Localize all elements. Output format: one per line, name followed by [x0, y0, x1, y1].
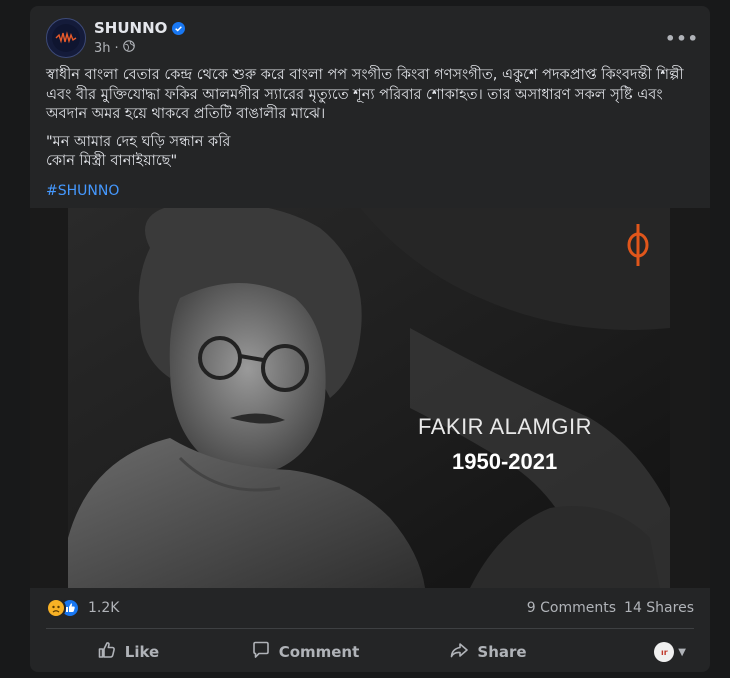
reactions-summary[interactable]: 1.2K	[46, 598, 119, 618]
more-options-button[interactable]: •••	[665, 26, 698, 50]
phi-logo-icon	[625, 220, 651, 270]
post-time[interactable]: 3h	[94, 41, 111, 56]
post-header: SHUNNO 3h · •••	[46, 18, 698, 58]
like-button[interactable]: Like	[46, 634, 210, 670]
post-card: SHUNNO 3h · ••• স্বাধীন বাংলা বেতার কেন্…	[30, 6, 710, 672]
post-photo[interactable]: FAKIR ALAMGIR 1950-2021	[30, 208, 710, 588]
share-arrow-icon	[449, 640, 469, 664]
public-globe-icon	[122, 40, 135, 56]
verified-badge-icon	[172, 21, 186, 35]
comment-label: Comment	[278, 643, 360, 661]
post-stats: 1.2K 9 Comments 14 Shares	[46, 596, 694, 620]
comments-count[interactable]: 9 Comments	[527, 600, 616, 616]
commenting-as-avatar: ır	[654, 642, 675, 662]
post-actions: Like Comment Share ır ▼	[46, 634, 694, 670]
post-quote: "মন আমার দেহ ঘড়ি সন্ধান করি কোন মিস্ত্র…	[46, 133, 686, 172]
sad-reaction-icon	[46, 598, 66, 618]
engagement-counts: 9 Comments 14 Shares	[527, 600, 694, 616]
post-paragraph: স্বাধীন বাংলা বেতার কেন্দ্র থেকে শুরু কর…	[46, 67, 684, 122]
comment-button[interactable]: Comment	[210, 634, 400, 670]
portrait-image	[30, 208, 710, 588]
share-button[interactable]: Share	[400, 634, 576, 670]
quote-line-2: কোন মিস্ত্রী বানাইয়াছে"	[46, 153, 178, 169]
meta-separator: ·	[114, 40, 119, 56]
chevron-down-icon: ▼	[678, 646, 686, 658]
comment-bubble-icon	[251, 640, 271, 664]
page-name[interactable]: SHUNNO	[94, 19, 186, 37]
photo-caption-name: FAKIR ALAMGIR	[418, 414, 592, 439]
hashtag-link[interactable]: #SHUNNO	[46, 182, 119, 202]
page-name-text[interactable]: SHUNNO	[94, 19, 167, 37]
actions-divider	[46, 628, 694, 629]
quote-line-1: "মন আমার দেহ ঘড়ি সন্ধান করি	[46, 133, 231, 150]
post-body: স্বাধীন বাংলা বেতার কেন্দ্র থেকে শুরু কর…	[46, 66, 686, 201]
post-meta: 3h ·	[94, 40, 135, 56]
thumbs-up-icon	[97, 640, 117, 664]
audience-selector[interactable]: ır ▼	[576, 642, 694, 662]
reaction-count[interactable]: 1.2K	[88, 600, 119, 616]
reaction-icons	[46, 598, 82, 618]
page-avatar[interactable]	[46, 18, 86, 58]
like-label: Like	[124, 643, 160, 661]
share-label: Share	[477, 643, 527, 661]
shares-count[interactable]: 14 Shares	[624, 600, 694, 616]
photo-caption-years: 1950-2021	[452, 449, 558, 474]
shunno-logo-icon	[52, 24, 80, 52]
